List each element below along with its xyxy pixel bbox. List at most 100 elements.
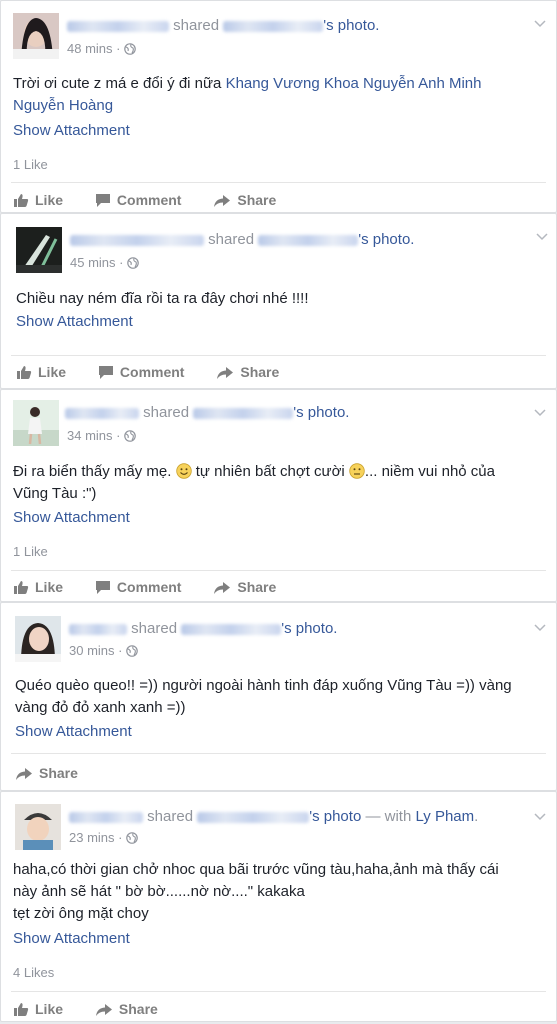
- comment-button[interactable]: Comment: [95, 579, 181, 595]
- globe-icon: [126, 832, 139, 847]
- show-attachment-link[interactable]: Show Attachment: [16, 313, 133, 330]
- post-timestamp-row: 48 mins ·: [67, 41, 137, 58]
- photo-link[interactable]: 's photo.: [281, 620, 337, 637]
- avatar[interactable]: [15, 616, 61, 662]
- action-bar: Like Comment Share: [13, 579, 304, 595]
- comment-icon: [98, 366, 113, 379]
- comment-icon: [95, 581, 110, 594]
- post-2: shared 's photo. 45 mins · Chiều nay ném…: [0, 213, 557, 389]
- like-button[interactable]: Like: [16, 364, 66, 380]
- divider: [11, 753, 546, 754]
- share-icon: [214, 195, 231, 207]
- chevron-down-icon[interactable]: [534, 404, 546, 422]
- like-button[interactable]: Like: [13, 192, 63, 208]
- post-time[interactable]: 23 mins: [69, 830, 115, 845]
- show-attachment-link[interactable]: Show Attachment: [15, 723, 132, 740]
- show-attachment-link[interactable]: Show Attachment: [13, 930, 130, 947]
- like-count[interactable]: 1 Like: [13, 157, 48, 172]
- photo-link[interactable]: 's photo.: [358, 231, 414, 248]
- share-button[interactable]: Share: [216, 364, 279, 380]
- blurred-author-name[interactable]: [67, 20, 169, 32]
- avatar[interactable]: [13, 400, 59, 446]
- like-icon: [17, 366, 32, 379]
- action-bar: Like Share: [13, 1001, 186, 1017]
- like-count[interactable]: 4 Likes: [13, 965, 54, 980]
- share-icon: [16, 768, 32, 780]
- action-bar: Like Comment Share: [13, 192, 304, 208]
- neutral-emoji-icon: [349, 463, 365, 479]
- show-attachment-link[interactable]: Show Attachment: [13, 122, 130, 139]
- blurred-owner-name[interactable]: [193, 407, 294, 419]
- smile-emoji-icon: [175, 463, 192, 479]
- divider: [11, 355, 546, 356]
- blurred-author-name[interactable]: [69, 623, 127, 635]
- show-attachment-link[interactable]: Show Attachment: [13, 509, 130, 526]
- blurred-author-name[interactable]: [70, 234, 204, 246]
- post-header: shared 's photo — with Ly Pham.: [69, 808, 478, 825]
- post-timestamp-row: 30 mins ·: [69, 643, 139, 660]
- blurred-owner-name[interactable]: [223, 20, 324, 32]
- share-button[interactable]: Share: [213, 192, 276, 208]
- comment-button[interactable]: Comment: [95, 192, 181, 208]
- chevron-down-icon[interactable]: [534, 808, 546, 826]
- blurred-owner-name[interactable]: [258, 234, 359, 246]
- post-text: Trời ơi cute z má e đổi ý đi nữa Khang V…: [13, 75, 482, 114]
- post-text: Đi ra biển thấy mấy mẹ. tự nhiên bất chợ…: [13, 463, 495, 502]
- photo-link[interactable]: 's photo: [309, 808, 361, 825]
- tagged-person-link[interactable]: Ly Pham: [415, 808, 474, 825]
- share-button[interactable]: Share: [95, 1001, 158, 1017]
- photo-link[interactable]: 's photo.: [293, 404, 349, 421]
- like-button[interactable]: Like: [13, 1001, 63, 1017]
- post-5: shared 's photo — with Ly Pham. 23 mins …: [0, 791, 557, 1022]
- blurred-owner-name[interactable]: [197, 811, 310, 823]
- divider: [11, 182, 546, 183]
- post-4: shared 's photo. 30 mins · Quéo quèo que…: [0, 602, 557, 791]
- post-header: shared 's photo.: [70, 231, 414, 248]
- chevron-down-icon[interactable]: [534, 15, 546, 33]
- comment-icon: [95, 194, 110, 207]
- like-icon: [14, 581, 29, 594]
- comment-button[interactable]: Comment: [98, 364, 184, 380]
- avatar[interactable]: [16, 227, 62, 273]
- like-count[interactable]: 1 Like: [13, 544, 48, 559]
- post-timestamp-row: 23 mins ·: [69, 830, 139, 847]
- globe-icon: [127, 257, 140, 272]
- post-text: Quéo quèo queo!! =)) người ngoài hành ti…: [15, 677, 512, 716]
- globe-icon: [124, 430, 137, 445]
- post-time[interactable]: 48 mins: [67, 41, 113, 56]
- post-text: Chiều nay ném đĩa rồi ta ra đây chơi nhé…: [16, 290, 309, 307]
- divider: [11, 991, 546, 992]
- blurred-author-name[interactable]: [69, 811, 143, 823]
- globe-icon: [126, 645, 139, 660]
- chevron-down-icon[interactable]: [534, 619, 546, 637]
- avatar[interactable]: [15, 804, 61, 850]
- globe-icon: [124, 43, 137, 58]
- like-icon: [14, 194, 29, 207]
- post-time[interactable]: 34 mins: [67, 428, 113, 443]
- like-button[interactable]: Like: [13, 579, 63, 595]
- blurred-author-name[interactable]: [65, 407, 139, 419]
- chevron-down-icon[interactable]: [536, 228, 548, 246]
- post-time[interactable]: 30 mins: [69, 643, 115, 658]
- post-3: shared 's photo. 34 mins · Đi ra biển th…: [0, 389, 557, 602]
- share-button[interactable]: Share: [213, 579, 276, 595]
- post-header: shared 's photo.: [65, 404, 349, 421]
- share-icon: [95, 1004, 112, 1016]
- divider: [11, 570, 546, 571]
- share-icon: [214, 582, 231, 594]
- share-icon: [217, 367, 234, 379]
- share-button[interactable]: Share: [15, 765, 78, 781]
- like-icon: [14, 1003, 29, 1016]
- avatar[interactable]: [13, 13, 59, 59]
- blurred-owner-name[interactable]: [181, 623, 282, 635]
- post-1: shared 's photo. 48 mins · Trời ơi cute …: [0, 0, 557, 213]
- post-text: haha,có thời gian chở nhoc qua bãi trước…: [13, 861, 499, 922]
- post-timestamp-row: 34 mins ·: [67, 428, 137, 445]
- action-bar: Share: [15, 765, 106, 781]
- post-header: shared 's photo.: [67, 17, 379, 34]
- post-header: shared 's photo.: [69, 620, 337, 637]
- photo-link[interactable]: 's photo.: [323, 17, 379, 34]
- post-timestamp-row: 45 mins ·: [70, 255, 140, 272]
- action-bar: Like Comment Share: [16, 364, 307, 380]
- post-time[interactable]: 45 mins: [70, 255, 116, 270]
